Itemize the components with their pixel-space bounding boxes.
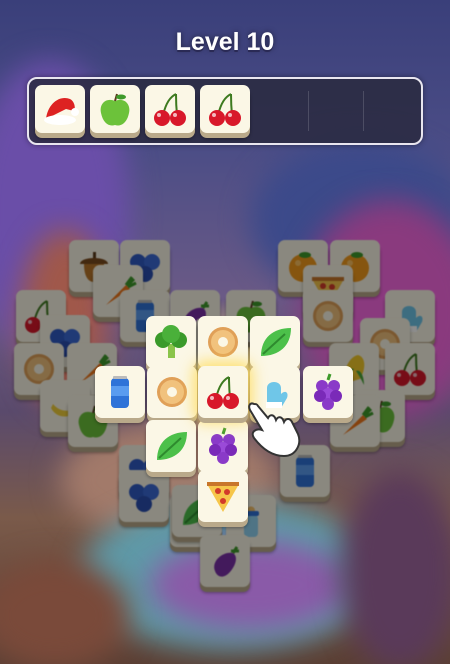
cherry-icon [394, 353, 426, 386]
eggplant-icon [214, 546, 239, 577]
board-tile [119, 470, 169, 522]
donut-icon [157, 377, 187, 407]
pizza-slice-icon [207, 482, 239, 512]
cherry-icon [154, 93, 186, 126]
green-apple-icon [100, 93, 130, 126]
tray-tile [90, 85, 140, 133]
soda-can-icon [111, 376, 129, 408]
tray-tile [35, 85, 85, 133]
board-tile[interactable] [146, 420, 196, 472]
level-title: Level 10 [175, 28, 275, 56]
donut-icon [208, 327, 238, 357]
tray-slot [145, 85, 197, 135]
tray-slot [255, 85, 307, 135]
pointing-hand-icon [248, 402, 301, 458]
grapes-icon [209, 427, 237, 464]
cherry-icon [207, 376, 239, 409]
tray-tile [200, 85, 250, 133]
tray-slot [35, 85, 87, 135]
tray-slot [90, 85, 142, 135]
board-tile[interactable] [303, 366, 353, 418]
donut-icon [313, 301, 343, 331]
leaf-icon [261, 328, 291, 356]
tray-slot-divider [308, 91, 309, 131]
board-tile[interactable] [95, 366, 145, 418]
tray-slot [200, 85, 252, 135]
leaf-icon [157, 432, 187, 460]
santa-hat-icon [44, 97, 79, 125]
board-tile[interactable] [250, 316, 300, 368]
grapes-icon [314, 373, 342, 410]
broccoli-icon [155, 325, 187, 358]
board-tile[interactable] [198, 470, 248, 522]
tray-tile [145, 85, 195, 133]
board-tile [303, 290, 353, 342]
board-tile[interactable] [198, 316, 248, 368]
tray-slot [365, 85, 417, 135]
board-tile[interactable] [146, 316, 196, 368]
board-tile [200, 535, 250, 587]
cherry-icon [209, 93, 241, 126]
tray-slot [310, 85, 362, 135]
tray-slot-divider [363, 91, 364, 131]
collection-tray [27, 77, 423, 145]
board-tile [385, 343, 435, 395]
board-tile[interactable] [147, 366, 197, 418]
blueberry-icon [129, 484, 159, 512]
